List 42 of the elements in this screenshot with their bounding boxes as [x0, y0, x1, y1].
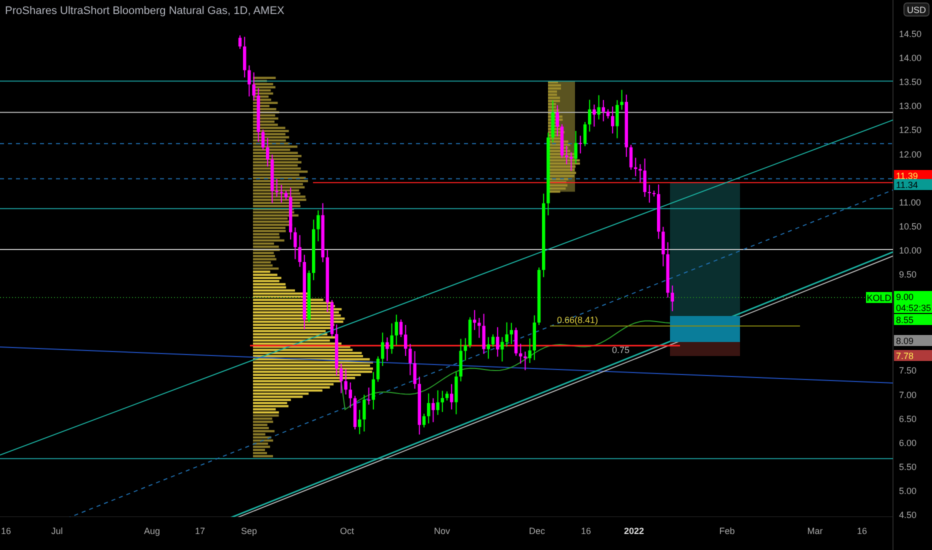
time-axis-label: Feb — [719, 526, 735, 536]
time-axis-label: Jul — [51, 526, 63, 536]
price-axis-label: 5.00 — [899, 486, 917, 496]
chart-title: ProShares UltraShort Bloomberg Natural Gas, 1D, AMEX — [5, 5, 284, 17]
price-axis-label: 14.00 — [899, 53, 922, 64]
price-axis-label: 7.50 — [899, 366, 917, 376]
time-axis-label: 16 — [857, 526, 867, 536]
price-tag: 8.55 — [894, 314, 932, 325]
price-tag: 11.34 — [894, 179, 932, 190]
entry-zone — [670, 316, 740, 342]
price-axis-label: 9.50 — [899, 270, 917, 280]
price-axis-label: 10.00 — [899, 245, 922, 256]
currency-badge: USD — [904, 2, 930, 16]
price-axis-label: 6.00 — [899, 438, 917, 448]
price-tag: 8.09 — [894, 335, 932, 346]
stop-zone — [670, 342, 740, 356]
time-axis-label: 16 — [581, 526, 591, 536]
time-axis-label: 17 — [195, 526, 205, 536]
price-tag: 9.00 04:52:35 — [894, 291, 932, 313]
fibonacci-label: 0.66(8.41) — [557, 315, 598, 325]
price-tag: 7.78 — [894, 350, 932, 361]
fibonacci-label: 0.75 — [612, 345, 630, 355]
price-axis-label: 13.50 — [899, 77, 922, 88]
price-axis-label: 10.50 — [899, 221, 922, 232]
price-axis-label: 13.00 — [899, 101, 922, 112]
price-axis-label: 14.50 — [899, 29, 922, 39]
price-axis-label: 11.00 — [899, 197, 921, 208]
price-axis-label: 5.50 — [899, 462, 917, 472]
price-axis-label: 6.50 — [899, 414, 917, 424]
price-axis-label: 12.00 — [899, 149, 922, 160]
symbol-tag: KOLD — [866, 292, 892, 303]
time-axis-label: 2022 — [624, 526, 644, 536]
price-axis-label: 4.50 — [899, 510, 917, 520]
time-axis-label: Aug — [144, 526, 160, 536]
price-axis-label: 7.00 — [899, 390, 917, 400]
time-axis-label: Sep — [241, 526, 257, 536]
time-axis-label: 16 — [1, 526, 11, 536]
time-axis-label: Nov — [434, 526, 450, 536]
time-axis-label: Mar — [807, 526, 823, 536]
price-axis-label: 12.50 — [899, 125, 922, 136]
time-axis-label: Oct — [340, 526, 354, 536]
time-axis-label: Dec — [529, 526, 545, 536]
